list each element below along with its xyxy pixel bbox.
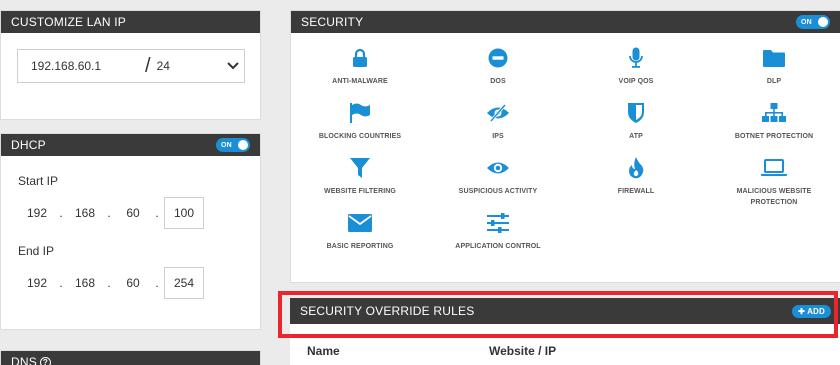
envelope-icon xyxy=(291,211,429,235)
dhcp-header: DHCP ON xyxy=(1,134,260,156)
dot-separator: . xyxy=(59,206,63,220)
shield-icon xyxy=(567,101,705,125)
start-ip-octet-4-input[interactable]: 100 xyxy=(164,197,204,229)
dhcp-toggle[interactable]: ON xyxy=(216,138,250,152)
security-item-malicious-website-protection[interactable]: MALICIOUS WEBSITE PROTECTION xyxy=(705,156,840,208)
security-item-dos[interactable]: DOS xyxy=(429,46,567,87)
end-ip-octet-2: 168 xyxy=(74,276,96,290)
security-item-firewall[interactable]: FIREWALL xyxy=(567,156,705,197)
dot-separator: . xyxy=(155,276,159,290)
security-toggle[interactable]: ON xyxy=(796,15,830,29)
security-item-anti-malware[interactable]: ANTI-MALWARE xyxy=(291,46,429,87)
dot-separator: . xyxy=(107,206,111,220)
security-item-website-filtering[interactable]: WEBSITE FILTERING xyxy=(291,156,429,197)
dns-title: DNS xyxy=(11,355,37,365)
lan-ip-value: 192.168.60.1 xyxy=(31,59,102,73)
eye-icon xyxy=(429,156,567,180)
flag-icon xyxy=(291,101,429,125)
security-item-atp[interactable]: ATP xyxy=(567,101,705,142)
security-item-label: BOTNET PROTECTION xyxy=(734,133,814,140)
help-icon[interactable]: ? xyxy=(39,356,51,365)
security-item-label: SUSPICIOUS ACTIVITY xyxy=(458,188,538,195)
security-item-label: DOS xyxy=(490,78,506,85)
security-item-dlp[interactable]: DLP xyxy=(705,46,840,87)
security-header: SECURITY ON xyxy=(291,11,840,33)
dot-separator: . xyxy=(59,276,63,290)
security-item-label: APPLICATION CONTROL xyxy=(455,243,541,250)
filter-icon xyxy=(291,156,429,180)
dns-panel: DNS ? xyxy=(0,350,261,365)
lan-ip-slash: / xyxy=(145,55,151,77)
end-ip-row: 192 . 168 . 60 . 254 xyxy=(18,267,204,299)
security-item-basic-reporting[interactable]: BASIC REPORTING xyxy=(291,211,429,252)
dot-separator: . xyxy=(107,276,111,290)
start-ip-octet-1: 192 xyxy=(26,206,48,220)
lan-ip-header: CUSTOMIZE LAN IP xyxy=(1,11,260,33)
end-ip-octet-4-input[interactable]: 254 xyxy=(164,267,204,299)
security-item-application-control[interactable]: APPLICATION CONTROL xyxy=(429,211,567,252)
security-item-voip-qos[interactable]: VOIP QOS xyxy=(567,46,705,87)
start-ip-row: 192 . 168 . 60 . 100 xyxy=(18,197,204,229)
security-item-label: DLP xyxy=(766,78,782,85)
end-ip-octet-1: 192 xyxy=(26,276,48,290)
dhcp-panel: DHCP ON Start IP 192 . 168 . 60 . 100 En… xyxy=(0,133,261,330)
security-item-label: FIREWALL xyxy=(617,188,655,195)
security-item-ips[interactable]: IPS xyxy=(429,101,567,142)
end-ip-octet-3: 60 xyxy=(126,276,140,290)
lock-icon xyxy=(291,46,429,70)
dot-separator: . xyxy=(155,206,159,220)
no-entry-icon xyxy=(429,46,567,70)
lan-ip-select[interactable]: 192.168.60.1 / 24 xyxy=(17,49,245,83)
security-item-blocking-countries[interactable]: BLOCKING COUNTRIES xyxy=(291,101,429,142)
toggle-knob xyxy=(238,140,248,150)
security-toggle-label: ON xyxy=(801,18,812,26)
dhcp-toggle-label: ON xyxy=(221,141,232,149)
security-item-label: ATP xyxy=(629,133,643,140)
laptop-icon xyxy=(705,156,840,180)
toggle-knob xyxy=(818,17,828,27)
start-ip-label: Start IP xyxy=(18,174,59,188)
security-item-label: MALICIOUS WEBSITE PROTECTION xyxy=(736,188,812,206)
security-item-suspicious-activity[interactable]: SUSPICIOUS ACTIVITY xyxy=(429,156,567,197)
security-item-label: IPS xyxy=(492,133,504,140)
security-item-label: BASIC REPORTING xyxy=(326,243,394,250)
fire-icon xyxy=(567,156,705,180)
start-ip-octet-2: 168 xyxy=(74,206,96,220)
security-item-label: WEBSITE FILTERING xyxy=(324,188,396,195)
chevron-down-icon xyxy=(222,62,244,70)
dns-header: DNS ? xyxy=(1,351,260,365)
column-header-name[interactable]: Name xyxy=(307,344,340,358)
security-item-label: BLOCKING COUNTRIES xyxy=(318,133,402,140)
end-ip-label: End IP xyxy=(18,244,55,258)
dhcp-title: DHCP xyxy=(11,138,46,152)
security-item-botnet-protection[interactable]: BOTNET PROTECTION xyxy=(705,101,840,142)
eye-slash-icon xyxy=(429,101,567,125)
lan-ip-title: CUSTOMIZE LAN IP xyxy=(11,15,126,29)
security-item-label: ANTI-MALWARE xyxy=(332,78,388,85)
security-item-label: VOIP QOS xyxy=(618,78,654,85)
security-panel: SECURITY ON ANTI-MALWARE DOS VOIP QOS DL… xyxy=(290,10,840,283)
security-title: SECURITY xyxy=(301,15,364,29)
microphone-icon xyxy=(567,46,705,70)
folder-icon xyxy=(705,46,840,70)
start-ip-octet-3: 60 xyxy=(126,206,140,220)
sitemap-icon xyxy=(705,101,840,125)
lan-ip-mask: 24 xyxy=(156,59,170,73)
highlight-frame xyxy=(278,291,838,338)
sliders-icon xyxy=(429,211,567,235)
column-header-website-ip[interactable]: Website / IP xyxy=(489,344,556,358)
